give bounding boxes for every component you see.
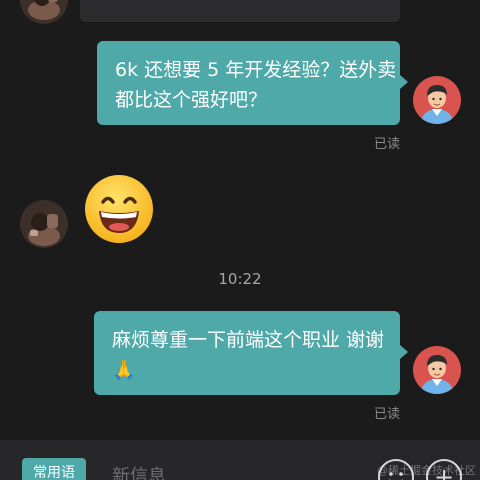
my-avatar-image bbox=[413, 346, 461, 394]
my-avatar-image bbox=[413, 76, 461, 124]
message-text-line: 麻烦尊重一下前端这个职业 谢谢 bbox=[112, 329, 385, 351]
outgoing-message-bubble[interactable]: 6k 还想要 5 年开发经验？送外卖 都比这个强好吧？ bbox=[97, 41, 408, 125]
contact-avatar[interactable] bbox=[20, 200, 68, 248]
message-input-bar: 常用语 新信息 + @稀土掘金技术社区 bbox=[0, 440, 480, 480]
my-avatar[interactable] bbox=[413, 76, 461, 124]
watermark: @稀土掘金技术社区 bbox=[377, 464, 476, 477]
outgoing-message-bubble[interactable]: 麻烦尊重一下前端这个职业 谢谢 🙏 bbox=[94, 311, 408, 395]
contact-avatar-image bbox=[20, 200, 68, 248]
contact-avatar-image bbox=[20, 0, 68, 24]
message-text-line: 6k 还想要 5 年开发经验？送外卖 bbox=[115, 59, 397, 81]
grinning-face-emoji-icon[interactable] bbox=[83, 173, 155, 245]
chat-screen: 6k 还想要 5 年开发经验？送外卖 都比这个强好吧？ 已读 10:22 麻烦尊… bbox=[0, 0, 480, 480]
incoming-message-bubble[interactable] bbox=[80, 0, 400, 22]
contact-avatar[interactable] bbox=[20, 0, 68, 24]
folded-hands-emoji: 🙏 bbox=[112, 359, 136, 381]
message-text-line: 都比这个强好吧？ bbox=[115, 89, 268, 111]
common-phrases-button[interactable]: 常用语 bbox=[22, 458, 86, 480]
message-timestamp: 10:22 bbox=[218, 270, 262, 288]
read-status: 已读 bbox=[373, 407, 400, 422]
message-input[interactable]: 新信息 bbox=[112, 462, 166, 480]
read-status: 已读 bbox=[373, 137, 400, 152]
my-avatar[interactable] bbox=[413, 346, 461, 394]
